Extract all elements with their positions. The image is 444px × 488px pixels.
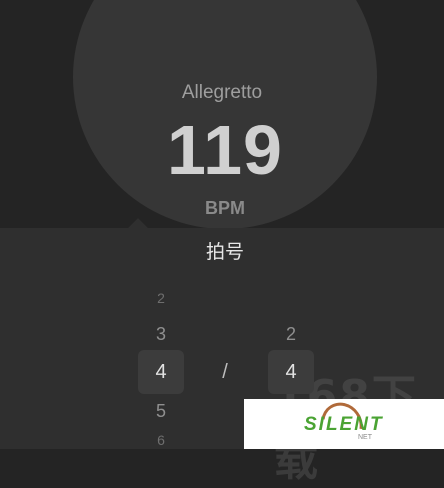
denominator-option[interactable]: 2 [267,324,315,345]
numerator-option[interactable]: 5 [137,401,185,422]
numerator-option[interactable]: 6 [137,432,185,448]
denominator-selected-value[interactable]: 4 [268,361,314,384]
bpm-value: 119 [167,111,283,189]
numerator-option[interactable]: 3 [137,324,185,345]
logo-subtext: NET [358,434,372,441]
numerator-option[interactable]: 2 [137,290,185,306]
logo-text: SILENT [304,414,384,435]
sheet-title: 拍号 [205,241,244,263]
time-signature-separator: / [222,361,228,383]
tempo-name-label: Allegretto [181,82,263,103]
numerator-selected-value[interactable]: 4 [138,361,184,384]
bpm-unit-label: BPM [205,198,245,218]
